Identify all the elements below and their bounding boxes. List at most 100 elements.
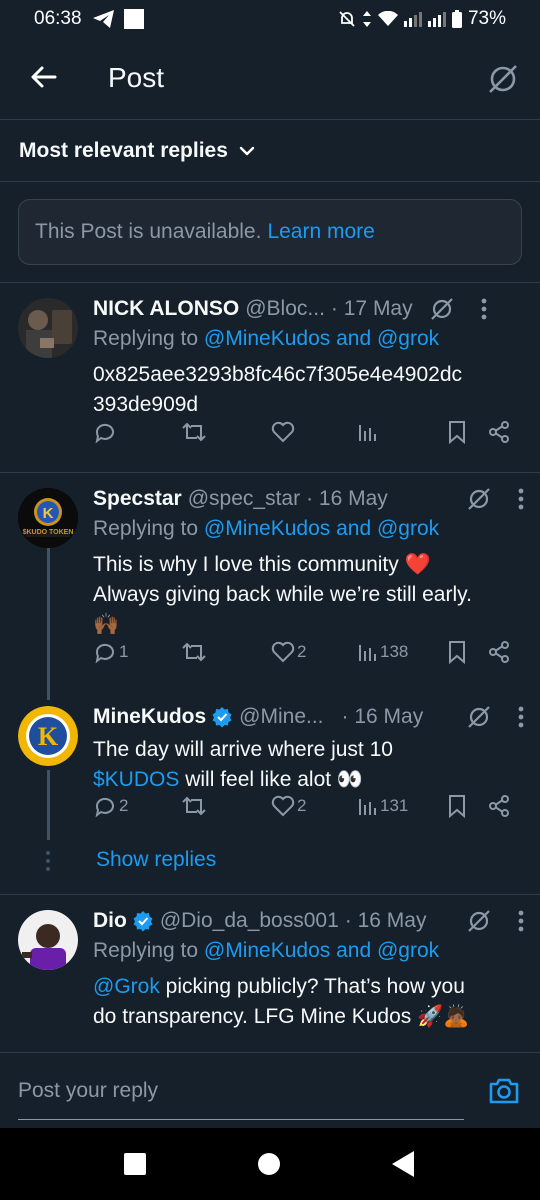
avatar[interactable] bbox=[18, 298, 78, 358]
more-options-icon[interactable] bbox=[481, 298, 487, 320]
avatar-image: K bbox=[18, 488, 78, 548]
signal-icon bbox=[403, 12, 422, 27]
avatar[interactable] bbox=[18, 910, 78, 970]
views-icon bbox=[359, 645, 376, 661]
repost-button[interactable] bbox=[181, 794, 207, 818]
like-button[interactable] bbox=[271, 421, 295, 443]
author-name[interactable]: MineKudos bbox=[93, 705, 206, 729]
mention-link[interactable]: @Grok bbox=[93, 975, 160, 998]
like-button[interactable]: 2 bbox=[271, 795, 306, 817]
grok-icon[interactable] bbox=[486, 62, 520, 96]
reply-icon bbox=[95, 797, 114, 818]
cashtag-link[interactable]: $KUDOS bbox=[93, 768, 179, 791]
replying-to: Replying to @MineKudos and @grok bbox=[93, 327, 524, 357]
signal-icon-2 bbox=[427, 12, 446, 27]
page-title: Post bbox=[108, 62, 165, 93]
repost-button[interactable] bbox=[181, 640, 207, 664]
avatar-letter: K bbox=[38, 722, 59, 751]
grok-icon[interactable] bbox=[466, 704, 492, 730]
recent-apps-button[interactable] bbox=[124, 1153, 146, 1175]
replying-to: Replying to @MineKudos and @grok bbox=[93, 939, 524, 969]
post-content: MineKudos @Mine... · 16 May The day will… bbox=[93, 702, 524, 795]
author-handle[interactable]: @Dio_da_boss001 bbox=[160, 909, 339, 933]
share-button[interactable] bbox=[487, 640, 511, 664]
more-options-icon[interactable] bbox=[518, 706, 524, 728]
post-header: Dio @Dio_da_boss001 · 16 May bbox=[93, 906, 524, 936]
grok-icon[interactable] bbox=[466, 486, 492, 512]
share-button[interactable] bbox=[487, 794, 511, 818]
bookmark-icon bbox=[449, 641, 465, 664]
home-button[interactable] bbox=[258, 1153, 280, 1175]
grok-icon[interactable] bbox=[429, 296, 455, 322]
learn-more-link[interactable]: Learn more bbox=[267, 220, 374, 244]
avatar[interactable]: K $KUDO TOKEN bbox=[18, 488, 78, 548]
more-options-icon[interactable] bbox=[518, 488, 524, 510]
reply-button[interactable] bbox=[93, 420, 117, 444]
svg-text:K: K bbox=[43, 505, 54, 522]
replying-prefix: Replying to bbox=[93, 939, 199, 962]
author-handle[interactable]: @Mine... bbox=[239, 705, 323, 729]
share-button[interactable] bbox=[487, 420, 511, 444]
sort-label: Most relevant replies bbox=[19, 138, 228, 162]
replying-to-mentions[interactable]: @MineKudos and @grok bbox=[204, 517, 439, 540]
post-content: Specstar @spec_star · 16 May Replying to… bbox=[93, 484, 524, 640]
notice-text: This Post is unavailable. bbox=[35, 220, 262, 243]
share-icon bbox=[489, 421, 509, 443]
post-text: 0x825aee3293b8fc46c7f305e4e4902dc 393de9… bbox=[93, 360, 524, 420]
grok-icon[interactable] bbox=[466, 908, 492, 934]
reply-input[interactable]: Post your reply bbox=[18, 1079, 158, 1103]
reply-button[interactable]: 2 bbox=[93, 794, 128, 818]
author-name[interactable]: Specstar bbox=[93, 487, 182, 511]
avatar[interactable]: K bbox=[18, 706, 78, 766]
avatar-label: $KUDO TOKEN bbox=[22, 529, 74, 536]
post-text-line: 0x825aee3293b8fc46c7f305e4e4902dc bbox=[93, 363, 463, 386]
arrow-left-icon[interactable] bbox=[28, 62, 58, 92]
back-button[interactable] bbox=[392, 1151, 414, 1177]
author-handle[interactable]: @Bloc... bbox=[245, 297, 325, 321]
views-button[interactable] bbox=[358, 421, 378, 443]
repost-icon bbox=[182, 796, 206, 816]
reply-post[interactable]: K MineKudos @Mine... · 16 May The day wi… bbox=[0, 692, 540, 842]
views-button[interactable]: 131 bbox=[358, 795, 408, 817]
post-text-line: $KUDOS will feel like alot 👀 bbox=[93, 765, 524, 795]
data-arrows-icon bbox=[362, 11, 371, 27]
reply-count: 2 bbox=[119, 796, 129, 815]
repost-icon bbox=[182, 642, 206, 662]
reply-button[interactable]: 1 bbox=[93, 640, 128, 664]
bookmark-icon bbox=[449, 421, 465, 444]
views-button[interactable]: 138 bbox=[358, 641, 408, 663]
replying-to-mentions[interactable]: @MineKudos and @grok bbox=[204, 939, 439, 962]
replying-prefix: Replying to bbox=[93, 327, 199, 350]
show-replies-link[interactable]: Show replies bbox=[96, 848, 216, 872]
replying-to-mentions[interactable]: @MineKudos and @grok bbox=[204, 327, 439, 350]
repost-button[interactable] bbox=[181, 420, 207, 444]
view-count: 138 bbox=[380, 642, 409, 661]
author-handle[interactable]: @spec_star bbox=[188, 487, 300, 511]
bookmark-button[interactable] bbox=[447, 794, 467, 818]
verified-badge-icon bbox=[133, 911, 153, 932]
author-name[interactable]: NICK ALONSO bbox=[93, 297, 239, 321]
reply-post[interactable]: NICK ALONSO @Bloc... · 17 May Replying t… bbox=[0, 282, 540, 472]
reply-post[interactable]: Dio @Dio_da_boss001 · 16 May Replying to… bbox=[0, 894, 540, 1052]
post-text-line: Always giving back while we’re still ear… bbox=[93, 583, 472, 606]
heart-icon bbox=[271, 641, 295, 663]
post-text-line: This is why I love this community ❤️ bbox=[93, 553, 431, 576]
more-options-icon[interactable] bbox=[518, 910, 524, 932]
reply-input-underline bbox=[18, 1119, 464, 1120]
bookmark-button[interactable] bbox=[447, 420, 467, 444]
sort-selector[interactable]: Most relevant replies bbox=[0, 120, 540, 182]
avatar-image bbox=[18, 910, 78, 970]
reply-post[interactable]: K $KUDO TOKEN Specstar @spec_star · 16 M… bbox=[0, 472, 540, 692]
like-count: 2 bbox=[297, 642, 307, 661]
share-icon bbox=[489, 641, 509, 663]
camera-icon[interactable] bbox=[488, 1075, 520, 1107]
avatar-image: K bbox=[18, 706, 78, 766]
post-text-line: 🙌🏾 bbox=[93, 613, 120, 636]
author-name[interactable]: Dio bbox=[93, 909, 127, 933]
telegram-icon bbox=[92, 10, 114, 28]
repost-icon bbox=[182, 422, 206, 442]
system-nav-bar bbox=[0, 1128, 540, 1200]
like-button[interactable]: 2 bbox=[271, 641, 306, 663]
share-icon bbox=[489, 795, 509, 817]
bookmark-button[interactable] bbox=[447, 640, 467, 664]
